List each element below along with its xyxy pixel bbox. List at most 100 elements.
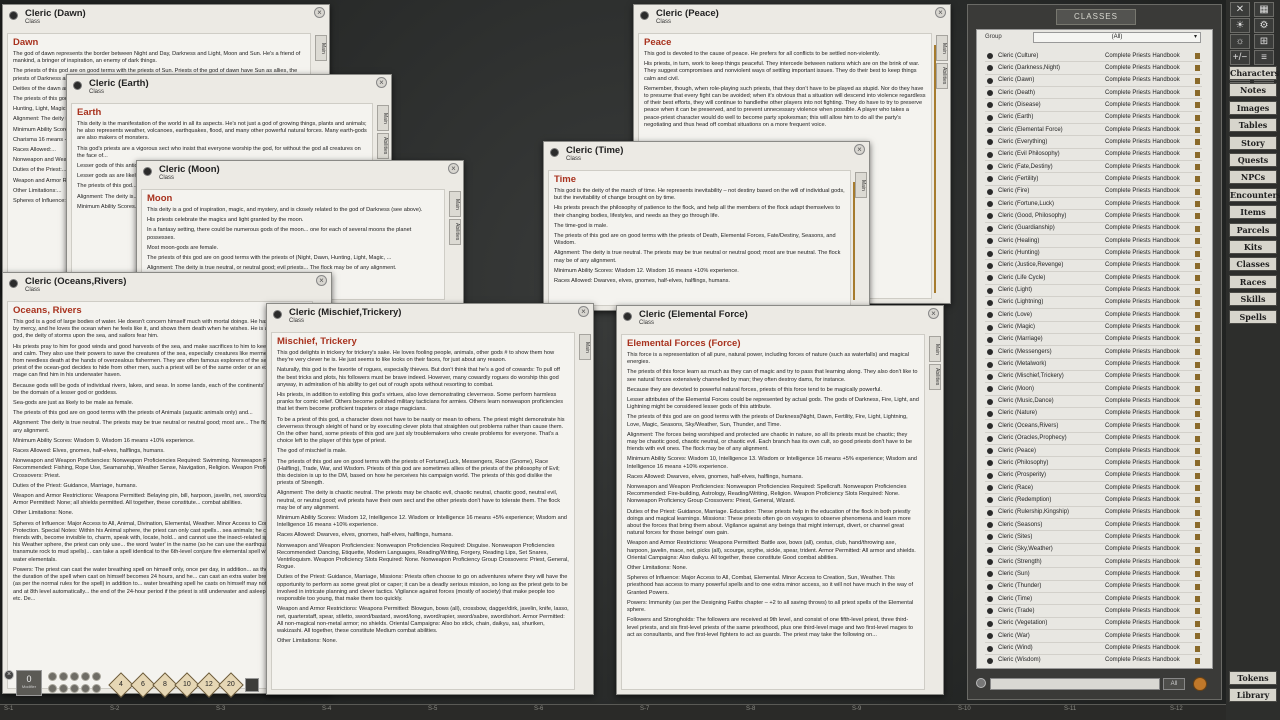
record-icon[interactable] [987, 559, 993, 566]
close-icon[interactable]: × [314, 7, 325, 18]
window-header[interactable]: Cleric (Earth) Class [67, 75, 391, 97]
list-item[interactable]: Cleric (Vegetation) Complete Priests Hand… [985, 618, 1202, 631]
list-item[interactable]: Cleric (Fortune,Luck) Complete Priests Ha… [985, 198, 1202, 211]
sidebar-button-characters[interactable]: Characters [1229, 66, 1279, 80]
record-icon[interactable] [987, 287, 993, 294]
record-icon[interactable] [987, 398, 993, 405]
search-input[interactable] [990, 678, 1160, 690]
edit-icon[interactable] [1193, 677, 1207, 691]
sidebar-button-images[interactable]: Images [1229, 100, 1277, 115]
list-item[interactable]: Cleric (Philosophy) Complete Priests Hand… [985, 457, 1202, 470]
record-icon[interactable] [987, 435, 993, 442]
record-icon[interactable] [987, 213, 993, 220]
scrollbar[interactable] [853, 182, 855, 300]
close-icon[interactable]: × [935, 7, 946, 18]
sidebar-button-npcs[interactable]: NPCs [1229, 170, 1277, 185]
list-item[interactable]: Cleric (Fire) Complete Priests Handbook [985, 186, 1202, 199]
modifier-chip[interactable] [81, 684, 90, 693]
toolbar-icon[interactable]: ☀ [1230, 18, 1250, 33]
tab-abilities[interactable]: Abilities [929, 364, 941, 390]
list-item[interactable]: Cleric (Time) Complete Priests Handbook [985, 593, 1202, 606]
window-cleric-mischief-trickery[interactable]: Cleric (Mischief,Trickery) Class × Main … [266, 303, 594, 695]
list-item[interactable]: Cleric (Sites) Complete Priests Handbook [985, 531, 1202, 544]
list-item[interactable]: Cleric (Everything) Complete Priests Hand… [985, 136, 1202, 149]
record-icon[interactable] [987, 324, 993, 331]
modifier-chip[interactable] [48, 684, 57, 693]
window-header[interactable]: Cleric (Oceans,Rivers) Class [3, 273, 331, 295]
window-cleric-time[interactable]: Cleric (Time) Class × Main Time This god… [543, 141, 870, 311]
record-icon[interactable] [987, 546, 993, 553]
record-icon[interactable] [987, 312, 993, 319]
list-item[interactable]: Cleric (Peace) Complete Priests Handbook [985, 445, 1202, 458]
record-icon[interactable] [987, 497, 993, 504]
list-item[interactable]: Cleric (Darkness,Night) Complete Priests … [985, 62, 1202, 75]
record-icon[interactable] [987, 386, 993, 393]
tab-main[interactable]: Main [855, 172, 867, 198]
list-item[interactable]: Cleric (Music,Dance) Complete Priests Han… [985, 396, 1202, 408]
tab-main[interactable]: Main [936, 35, 948, 61]
list-item[interactable]: Cleric (Race) Complete Priests Handbook [985, 482, 1202, 495]
modifier-chip[interactable] [70, 684, 79, 693]
toolbar-icon[interactable]: ⊞ [1254, 34, 1274, 49]
list-item[interactable]: Cleric (Magic) Complete Priests Handbook [985, 322, 1202, 334]
record-icon[interactable] [987, 262, 993, 269]
list-item[interactable]: Cleric (Love) Complete Priests Handbook [985, 309, 1202, 322]
record-icon[interactable] [987, 608, 993, 615]
tab-main[interactable]: Main [929, 336, 941, 362]
group-select[interactable]: (All) ▾ [1033, 32, 1201, 43]
list-item[interactable]: Cleric (Culture) Complete Priests Handboo… [985, 50, 1202, 63]
sidebar-button-items[interactable]: Items [1229, 205, 1277, 220]
toolbar-icon[interactable]: ≡ [1254, 50, 1274, 65]
modifier-chip[interactable] [59, 672, 68, 681]
window-header[interactable]: Cleric (Peace) Class [634, 5, 950, 27]
list-item[interactable]: Cleric (Justice,Revenge) Complete Priests… [985, 260, 1202, 273]
sidebar-button-tokens[interactable]: Tokens [1229, 671, 1277, 685]
modifier-chip[interactable] [81, 672, 90, 681]
list-item[interactable]: Cleric (Dawn) Complete Priests Handbook [985, 75, 1202, 88]
sidebar-button-notes[interactable]: Notes [1229, 83, 1277, 98]
sidebar-button-library[interactable]: Library [1229, 688, 1277, 702]
sidebar-button-parcels[interactable]: Parcels [1229, 222, 1277, 237]
list-item[interactable]: Cleric (Life Cycle) Complete Priests Hand… [985, 272, 1202, 285]
toolbar-icon[interactable]: ⚙ [1254, 18, 1274, 33]
record-icon[interactable] [987, 596, 993, 603]
list-item[interactable]: Cleric (Guardianship) Complete Priests Ha… [985, 223, 1202, 236]
record-icon[interactable] [987, 645, 993, 652]
modifier-box[interactable]: 0 Modifier [16, 670, 42, 696]
record-icon[interactable] [987, 176, 993, 183]
list-item[interactable]: Cleric (Nature) Complete Priests Handbook [985, 408, 1202, 421]
record-icon[interactable] [987, 201, 993, 208]
window-header[interactable]: Cleric (Mischief,Trickery) Class [267, 304, 593, 326]
record-icon[interactable] [987, 225, 993, 232]
record-icon[interactable] [987, 361, 993, 368]
tab-main[interactable]: Main [579, 334, 591, 360]
sidebar-button-skills[interactable]: Skills [1229, 292, 1277, 307]
list-item[interactable]: Cleric (Death) Complete Priests Handbook [985, 87, 1202, 100]
window-header[interactable]: Cleric (Elemental Force) Class [617, 306, 943, 328]
close-icon[interactable]: × [316, 275, 327, 286]
modifier-chip[interactable] [59, 684, 68, 693]
sidebar-button-classes[interactable]: Classes [1229, 257, 1277, 272]
sidebar-button-kits[interactable]: Kits [1229, 240, 1277, 254]
dice-tower-icon[interactable] [245, 678, 259, 692]
record-icon[interactable] [987, 534, 993, 541]
list-item[interactable]: Cleric (Wind) Complete Priests Handbook [985, 643, 1202, 655]
record-icon[interactable] [987, 114, 993, 121]
sidebar-button-races[interactable]: Races [1229, 274, 1277, 289]
window-cleric-elemental-force[interactable]: Cleric (Elemental Force) Class × Main Ab… [616, 305, 944, 695]
close-icon[interactable]: × [448, 163, 459, 174]
modifier-chip[interactable] [92, 684, 101, 693]
tab-abilities[interactable]: Abilities [377, 133, 389, 159]
close-icon[interactable]: × [854, 144, 865, 155]
tab-abilities[interactable]: Abilities [936, 63, 948, 89]
record-icon[interactable] [987, 275, 993, 282]
list-item[interactable]: Cleric (Good, Philosophy) Complete Priest… [985, 210, 1202, 223]
list-item[interactable]: Cleric (Trade) Complete Priests Handbook [985, 605, 1202, 618]
list-mode-icon[interactable] [976, 678, 986, 688]
record-icon[interactable] [987, 349, 993, 356]
record-icon[interactable] [987, 250, 993, 257]
sidebar-button-spells[interactable]: Spells [1229, 309, 1277, 324]
record-icon[interactable] [987, 164, 993, 171]
record-icon[interactable] [987, 633, 993, 640]
close-icon[interactable]: × [928, 308, 939, 319]
